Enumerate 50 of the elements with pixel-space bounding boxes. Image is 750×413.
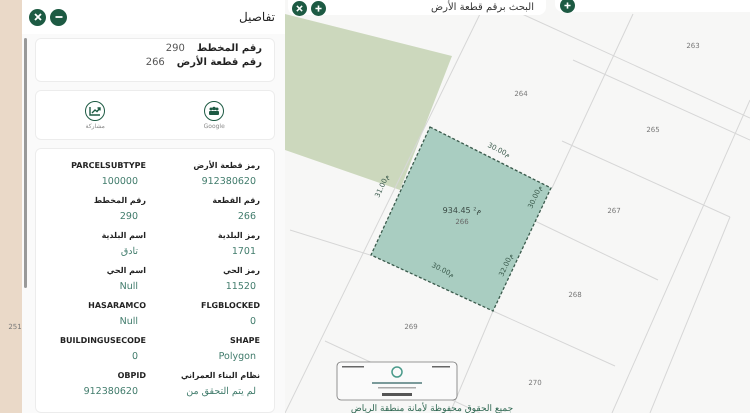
plus-icon xyxy=(564,2,571,8)
scrollbar[interactable] xyxy=(24,38,27,288)
attribute-value: 0 xyxy=(132,350,139,364)
plus-icon xyxy=(315,4,322,12)
attribute-label: اسم الحي xyxy=(106,265,146,277)
attribute-label: نظام البناء العمراني xyxy=(180,370,260,382)
selected-parcel[interactable] xyxy=(370,126,552,312)
people-icon[interactable] xyxy=(204,100,224,120)
attribute-value: Null xyxy=(120,280,139,294)
parcel-area: 934.45 م² xyxy=(442,206,482,215)
attribute-value: 266 xyxy=(238,210,257,224)
field-value: 266 xyxy=(146,57,165,68)
close-icon xyxy=(34,13,42,21)
attribute-value: 1701 xyxy=(232,245,257,259)
attribute-label: HASARAMCO xyxy=(88,300,146,312)
attribute-label: PARCELSUBTYPE xyxy=(71,160,146,172)
attribute-value: تادق xyxy=(120,245,139,259)
add-button[interactable] xyxy=(311,0,326,16)
field-label: رقم قطعة الأرض xyxy=(176,57,262,68)
copyright-text: جميع الحقوق محفوظة لأمانة منطقة الرياض xyxy=(350,404,514,413)
close-button[interactable] xyxy=(292,0,307,16)
attribute-label: FLGBLOCKED xyxy=(200,300,260,312)
attribute-label: OBPID xyxy=(118,370,146,382)
attribute-label: SHAPE xyxy=(230,335,260,347)
attribute-label: رمز البلدية xyxy=(218,230,260,242)
attribute-value: Polygon xyxy=(218,350,257,364)
attribute-label: BUILDINGUSECODE xyxy=(60,335,146,347)
attribute-value: 912380620 xyxy=(202,175,257,189)
minus-icon xyxy=(54,13,62,21)
close-icon xyxy=(296,4,303,12)
minimize-button[interactable] xyxy=(50,8,67,26)
attribute-label: رقم القطعة xyxy=(212,195,260,207)
attribute-value: 912380620 xyxy=(84,385,139,399)
close-button[interactable] xyxy=(29,8,46,26)
share-icon[interactable] xyxy=(85,100,106,120)
field-value: 290 xyxy=(166,43,185,54)
attribute-value: Null xyxy=(120,315,139,329)
attribute-value: 290 xyxy=(120,210,139,224)
attribute-label: رمز قطعة الأرض xyxy=(193,160,260,172)
attribute-value: 100000 xyxy=(102,175,139,189)
attribute-label: رمز الحي xyxy=(223,265,260,277)
attribute-value: 11520 xyxy=(226,280,257,294)
add-button[interactable] xyxy=(560,0,575,12)
attribute-value: 0 xyxy=(250,315,257,329)
field-label: رقم المخطط xyxy=(196,43,262,54)
attribute-label: اسم البلدية xyxy=(102,230,146,242)
attribute-value: لم يتم التحقق من xyxy=(186,385,257,399)
attribute-label: رقم المخطط xyxy=(94,195,146,207)
search-title: البحث برقم قطعة الأرض xyxy=(431,0,534,14)
panel-title: تفاصيل xyxy=(239,10,275,24)
